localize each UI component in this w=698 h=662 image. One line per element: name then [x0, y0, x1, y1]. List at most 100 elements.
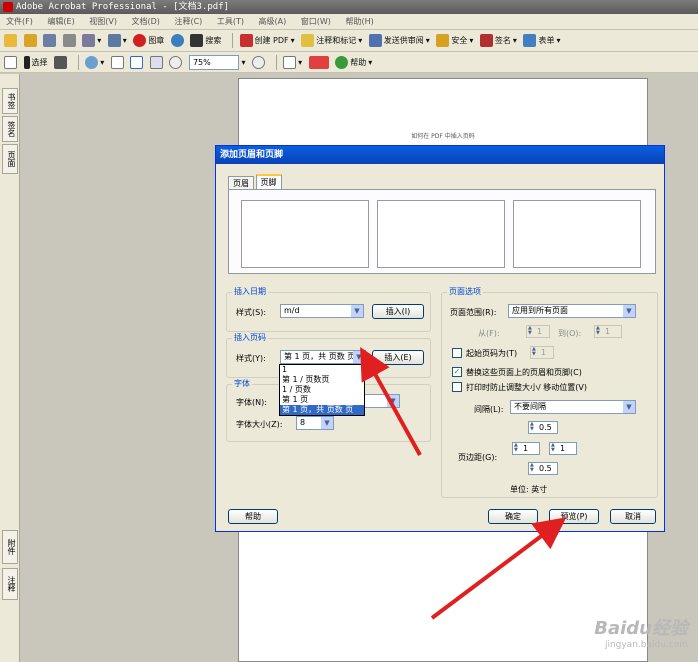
chevron-down-icon: ▼ — [353, 351, 365, 363]
printer-icon — [62, 33, 76, 47]
dropdown-option[interactable]: 第 1 / 页数页 — [280, 375, 364, 385]
watermark-url: jingyan.baidu.com — [604, 640, 688, 650]
shrink-label: 打印时防止调整大小/ 移动位置(V) — [466, 383, 587, 392]
footer-right-box[interactable] — [513, 200, 641, 268]
menu-edit[interactable]: 编辑(E) — [41, 14, 80, 29]
dropdown-option[interactable]: 第 1 页 — [280, 395, 364, 405]
fit-page-button[interactable] — [130, 54, 144, 70]
select-tool-button[interactable]: 选择 — [23, 54, 48, 70]
tab-bookmarks[interactable]: 书签 — [2, 88, 18, 114]
forms-label: 表单 — [538, 35, 555, 45]
from-label: 从(F): — [478, 329, 500, 338]
tab-attachments[interactable]: 附件 — [2, 530, 18, 564]
print-button[interactable] — [62, 32, 76, 48]
cancel-button[interactable]: 取消 — [610, 509, 656, 524]
fit-width-button[interactable] — [149, 54, 163, 70]
date-style-select[interactable]: m/d ▼ — [280, 304, 364, 318]
forms-button[interactable]: 表单 ▾ — [523, 32, 560, 48]
zoom-in-button[interactable] — [252, 54, 266, 70]
zoom-tool-button[interactable]: ▾ — [85, 54, 104, 70]
attach-button[interactable]: ▾ — [107, 32, 127, 48]
window-title: Adobe Acrobat Professional - [文档3.pdf] — [16, 2, 230, 12]
send-review-label: 发送供审阅 — [383, 35, 424, 45]
secondary-toolbar: 选择 ▾ 75% ▾ ▾ 帮助 ▾ — [0, 52, 698, 73]
menu-view[interactable]: 视图(V) — [83, 14, 123, 29]
ok-button[interactable]: 确定 — [488, 509, 538, 524]
snapshot-button[interactable] — [54, 54, 68, 70]
rotate-button[interactable]: ▾ — [283, 54, 302, 70]
dropdown-option-selected[interactable]: 第 1 页，共 页数 页 — [280, 405, 364, 415]
spacing-label: 间隔(L): — [474, 405, 504, 414]
zoom-dropdown-button[interactable]: ▾ — [241, 54, 245, 70]
chevron-down-icon: ▼ — [321, 417, 333, 429]
from-stepper[interactable]: ▲ ▼ 1 — [526, 325, 550, 338]
page-range-label: 页面范围(R): — [450, 308, 497, 317]
start-page-checkbox[interactable] — [452, 348, 462, 358]
page-style-value: 第 1 页，共 页数 页 — [284, 352, 356, 361]
menu-comments[interactable]: 注释(C) — [168, 14, 208, 29]
page-style-label: 样式(Y): — [236, 354, 266, 363]
tab-signatures[interactable]: 签名 — [2, 116, 18, 142]
dropdown-option[interactable]: 1 — [280, 365, 364, 375]
menu-document[interactable]: 文档(D) — [126, 14, 166, 29]
hand-icon — [4, 55, 17, 69]
zoom-input[interactable]: 75% — [188, 54, 239, 70]
globe-button[interactable] — [170, 32, 184, 48]
to-stepper[interactable]: ▲ ▼ 1 — [594, 325, 622, 338]
menu-bar: 文件(F) 编辑(E) 视图(V) 文档(D) 注释(C) 工具(T) 高级(A… — [0, 14, 698, 30]
font-size-select[interactable]: 8 ▼ — [296, 416, 334, 430]
insert-date-button[interactable]: 插入(I) — [372, 304, 424, 319]
shrink-checkbox[interactable] — [452, 382, 462, 392]
footer-left-box[interactable] — [241, 200, 369, 268]
annotate-label: 注释和标记 — [316, 35, 357, 45]
tab-footer[interactable]: 页脚 — [255, 174, 282, 189]
search-button[interactable]: 搜索 — [190, 32, 221, 48]
sign-button[interactable]: 签名 ▾ — [479, 32, 517, 48]
menu-window[interactable]: 窗口(W) — [295, 14, 337, 29]
menu-help[interactable]: 帮助(H) — [339, 14, 379, 29]
page-range-select[interactable]: 应用到所有页面 ▼ — [508, 304, 636, 318]
preview-button[interactable]: 预览(P) — [549, 509, 599, 524]
margin-right-stepper[interactable]: ▲ ▼ 1 — [549, 442, 577, 455]
margin-left-stepper[interactable]: ▲ ▼ 1 — [512, 442, 540, 455]
insert-page-button[interactable]: 插入(E) — [372, 350, 424, 365]
actual-size-button[interactable] — [110, 54, 124, 70]
margin-top-stepper[interactable]: ▲ ▼ 0.5 — [528, 421, 558, 434]
menu-tools[interactable]: 工具(T) — [211, 14, 250, 29]
tab-comments[interactable]: 注释 — [2, 568, 18, 600]
youdao-button[interactable] — [308, 54, 329, 70]
tab-header[interactable]: 页眉 — [228, 176, 254, 190]
hand-tool-button[interactable] — [4, 54, 17, 70]
zoom-out-button[interactable] — [169, 54, 183, 70]
replace-checkbox[interactable]: ✓ — [452, 367, 462, 377]
organizer-button[interactable] — [23, 32, 37, 48]
create-pdf-icon — [239, 33, 253, 47]
stamp-button[interactable]: 图章 — [133, 32, 164, 48]
help-button[interactable]: 帮助 ▾ — [335, 54, 372, 70]
stepper-arrows-icon: ▲ ▼ — [528, 325, 532, 336]
menu-file[interactable]: 文件(F) — [0, 14, 39, 29]
spacing-select[interactable]: 不要间隔 ▼ — [510, 400, 636, 414]
margin-bottom-value: 0.5 — [539, 464, 552, 473]
save-button[interactable] — [43, 32, 57, 48]
help-button[interactable]: 帮助 — [228, 509, 278, 524]
footer-preview-panel — [228, 189, 656, 274]
annotate-icon — [301, 33, 315, 47]
send-review-button[interactable]: 发送供审阅 ▾ — [368, 32, 430, 48]
annotate-button[interactable]: 注释和标记 ▾ — [301, 32, 362, 48]
margin-bottom-stepper[interactable]: ▲ ▼ 0.5 — [528, 462, 558, 475]
dropdown-option[interactable]: 1 / 页数 — [280, 385, 364, 395]
create-pdf-button[interactable]: 创建 PDF ▾ — [239, 32, 295, 48]
date-style-value: m/d — [284, 306, 300, 315]
stamp-icon — [133, 33, 147, 47]
start-page-stepper[interactable]: ▲ ▼ 1 — [530, 346, 554, 359]
open-button[interactable] — [4, 32, 17, 48]
menu-advanced[interactable]: 高级(A) — [253, 14, 293, 29]
tab-pages[interactable]: 页面 — [2, 144, 18, 174]
help-icon — [335, 55, 349, 69]
email-button[interactable]: ▾ — [82, 32, 101, 48]
footer-center-box[interactable] — [377, 200, 505, 268]
security-button[interactable]: 安全 ▾ — [436, 32, 473, 48]
forms-icon — [523, 33, 537, 47]
page-style-select[interactable]: 第 1 页，共 页数 页 ▼ — [280, 350, 366, 364]
